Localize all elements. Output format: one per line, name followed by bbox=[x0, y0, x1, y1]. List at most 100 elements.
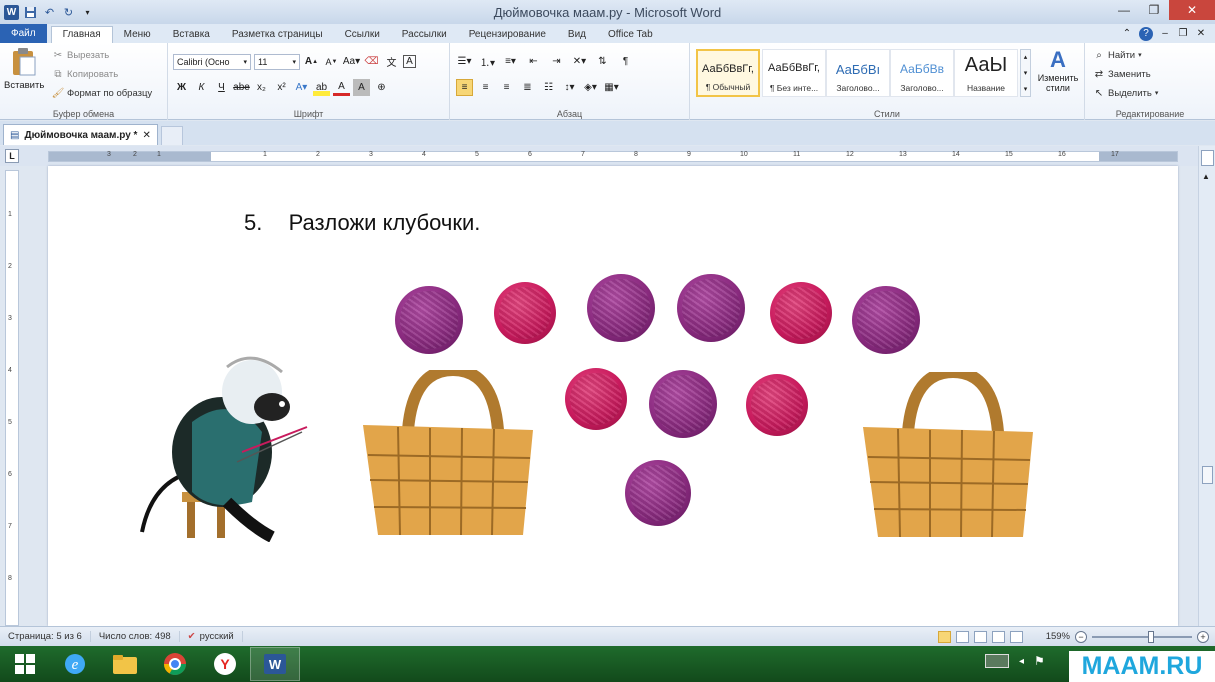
style-heading-2[interactable]: АаБбВв Заголово... bbox=[890, 49, 954, 97]
change-case-icon[interactable]: Aa▾ bbox=[343, 53, 360, 70]
line-spacing-icon[interactable]: ↕▾ bbox=[561, 79, 578, 96]
reading-view-icon[interactable] bbox=[955, 630, 969, 643]
customize-qat-icon[interactable]: ▾ bbox=[80, 5, 95, 20]
align-left-icon[interactable]: ≡ bbox=[456, 79, 473, 96]
taskbar-yandex[interactable]: Y bbox=[200, 647, 250, 681]
replace-button[interactable]: ⇄ Заменить bbox=[1093, 68, 1151, 80]
ruler-strip[interactable]: 3 2 1 1 2 3 4 5 6 7 8 9 10 11 12 13 14 1… bbox=[48, 151, 1178, 162]
sort-icon[interactable]: ⇅ bbox=[594, 53, 611, 70]
basket-left[interactable] bbox=[358, 370, 540, 540]
vertical-scrollbar[interactable]: ▲ bbox=[1198, 146, 1215, 626]
font-size-select[interactable]: 11 ▾ bbox=[254, 53, 300, 70]
phonetic-guide-icon[interactable]: 文 bbox=[383, 53, 400, 70]
collapse-ribbon-icon[interactable]: ⌃ bbox=[1121, 28, 1133, 40]
yarn-ball-purple[interactable] bbox=[852, 286, 920, 354]
taskbar-chrome[interactable] bbox=[150, 647, 200, 681]
tab-mailings[interactable]: Рассылки bbox=[391, 27, 458, 43]
highlight-icon[interactable]: ab bbox=[313, 79, 330, 96]
yarn-ball-pink[interactable] bbox=[746, 374, 808, 436]
zoom-in-icon[interactable]: + bbox=[1197, 630, 1209, 643]
undo-icon[interactable]: ↶ bbox=[42, 5, 57, 20]
find-button[interactable]: ⌕ Найти ▾ bbox=[1093, 49, 1141, 61]
start-button[interactable] bbox=[0, 647, 50, 681]
close-button[interactable]: ✕ bbox=[1169, 0, 1215, 20]
align-right-icon[interactable]: ≡ bbox=[498, 79, 515, 96]
copy-button[interactable]: ⧉ Копировать bbox=[52, 68, 118, 80]
subscript-icon[interactable]: x₂ bbox=[253, 79, 270, 96]
yarn-ball-purple[interactable] bbox=[587, 274, 655, 342]
close-icon[interactable]: ✕ bbox=[142, 130, 150, 141]
flag-icon[interactable]: ⚑ bbox=[1034, 654, 1045, 668]
superscript-icon[interactable]: x² bbox=[273, 79, 290, 96]
task-heading[interactable]: 5. Разложи клубочки. bbox=[244, 210, 480, 236]
font-color-icon[interactable]: A bbox=[333, 79, 350, 96]
tray-arrow-icon[interactable]: ◂ bbox=[1019, 656, 1024, 667]
grow-font-icon[interactable]: A ▲ bbox=[303, 53, 320, 70]
ruler-toggle-icon[interactable] bbox=[1201, 150, 1214, 166]
yarn-ball-pink[interactable] bbox=[770, 282, 832, 344]
minimize-button[interactable]: — bbox=[1109, 0, 1139, 20]
page-counter[interactable]: Страница: 5 из 6 bbox=[0, 631, 91, 642]
format-painter-button[interactable]: 🖌 Формат по образцу bbox=[52, 87, 153, 99]
text-effects-icon[interactable]: A▾ bbox=[293, 79, 310, 96]
taskbar-ie[interactable]: e bbox=[50, 647, 100, 681]
underline-icon[interactable]: Ч bbox=[213, 79, 230, 96]
save-icon[interactable] bbox=[23, 5, 38, 20]
tab-file[interactable]: Файл bbox=[0, 24, 47, 43]
document-tab[interactable]: ▤ Дюймовочка маам.ру * ✕ bbox=[3, 124, 158, 145]
character-shading-icon[interactable]: A bbox=[353, 79, 370, 96]
align-center-icon[interactable]: ≡ bbox=[477, 79, 494, 96]
yarn-ball-pink[interactable] bbox=[494, 282, 556, 344]
draft-view-icon[interactable] bbox=[1009, 630, 1023, 643]
redo-icon[interactable]: ↻ bbox=[61, 5, 76, 20]
yarn-ball-pink[interactable] bbox=[565, 368, 627, 430]
shading-icon[interactable]: ◈▾ bbox=[582, 79, 599, 96]
keyboard-icon[interactable] bbox=[985, 654, 1009, 668]
print-layout-view-icon[interactable] bbox=[937, 630, 951, 643]
character-border-icon[interactable]: A bbox=[403, 55, 416, 68]
change-styles-button[interactable]: A Изменить стили bbox=[1034, 47, 1082, 93]
yarn-ball-purple[interactable] bbox=[395, 286, 463, 354]
horizontal-ruler[interactable]: L 3 2 1 1 2 3 4 5 6 7 8 9 10 11 12 13 14… bbox=[0, 146, 1215, 166]
taskbar-word[interactable]: W bbox=[250, 647, 300, 681]
styles-scroll[interactable]: ▴ ▾ ▾ bbox=[1020, 49, 1031, 97]
bullets-icon[interactable]: ☰▾ bbox=[456, 53, 473, 70]
yarn-ball-purple[interactable] bbox=[625, 460, 691, 526]
style-normal[interactable]: АаБбВвГг, ¶ Обычный bbox=[696, 49, 760, 97]
multilevel-list-icon[interactable]: ≡▾ bbox=[502, 53, 519, 70]
tab-view[interactable]: Вид bbox=[557, 27, 597, 43]
italic-icon[interactable]: К bbox=[193, 79, 210, 96]
tab-review[interactable]: Рецензирование bbox=[458, 27, 557, 43]
tab-menu[interactable]: Меню bbox=[113, 27, 162, 43]
new-tab-button[interactable] bbox=[160, 126, 183, 145]
word-count[interactable]: Число слов: 498 bbox=[91, 631, 180, 642]
asian-layout-icon[interactable]: ✕▾ bbox=[571, 53, 588, 70]
tab-references[interactable]: Ссылки bbox=[334, 27, 391, 43]
zoom-slider[interactable] bbox=[1092, 630, 1192, 643]
taskbar-explorer[interactable] bbox=[100, 647, 150, 681]
word-app-icon[interactable]: W bbox=[4, 4, 19, 20]
strikethrough-icon[interactable]: abe bbox=[233, 79, 250, 96]
help-icon[interactable]: ? bbox=[1139, 26, 1153, 41]
tab-home[interactable]: Главная bbox=[50, 26, 113, 43]
maximize-button[interactable]: ❐ bbox=[1139, 0, 1169, 20]
zoom-out-icon[interactable]: − bbox=[1075, 630, 1087, 643]
cut-button[interactable]: ✂ Вырезать bbox=[52, 49, 109, 61]
language-indicator[interactable]: ✔ русский bbox=[180, 631, 243, 642]
doc-minimize-icon[interactable]: – bbox=[1159, 28, 1171, 40]
vertical-ruler[interactable]: 1 2 3 4 5 6 7 8 bbox=[5, 170, 19, 626]
borders-icon[interactable]: ▦▾ bbox=[603, 79, 620, 96]
enclose-characters-icon[interactable]: ⊕ bbox=[373, 79, 390, 96]
pilcrow-icon[interactable]: ¶ bbox=[617, 53, 634, 70]
zoom-level[interactable]: 159% bbox=[1046, 631, 1070, 642]
tab-selector[interactable]: L bbox=[5, 149, 19, 163]
doc-close-icon[interactable]: ✕ bbox=[1195, 28, 1207, 40]
tab-office-tab[interactable]: Office Tab bbox=[597, 27, 664, 43]
style-no-spacing[interactable]: АаБбВвГг, ¶ Без инте... bbox=[762, 49, 826, 97]
increase-indent-icon[interactable]: ⇥ bbox=[548, 53, 565, 70]
distributed-icon[interactable]: ☷ bbox=[540, 79, 557, 96]
scroll-thumb[interactable] bbox=[1202, 466, 1213, 484]
doc-restore-icon[interactable]: ❐ bbox=[1177, 28, 1189, 40]
style-heading-1[interactable]: АаБбВı Заголово... bbox=[826, 49, 890, 97]
decrease-indent-icon[interactable]: ⇤ bbox=[525, 53, 542, 70]
